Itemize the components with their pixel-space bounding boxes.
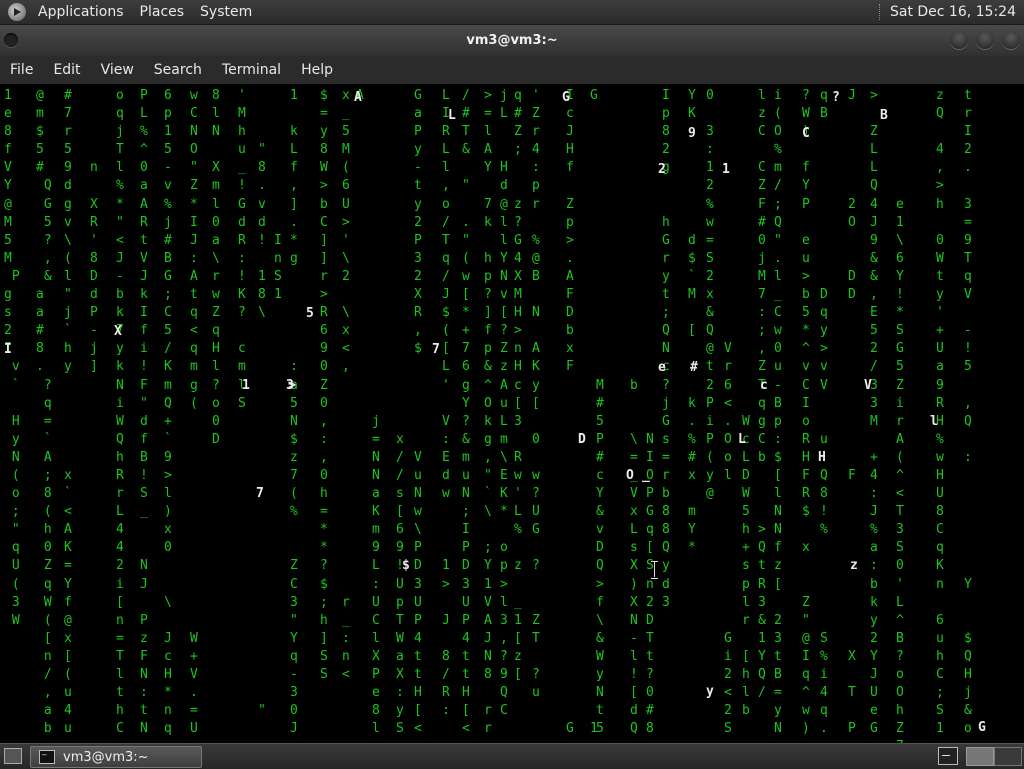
matrix-highlight-char: L bbox=[448, 108, 456, 123]
taskbar-task-label: vm3@vm3:~ bbox=[63, 749, 149, 765]
matrix-column: j = N N a K m 9 L : U C l X P e 8 l bbox=[372, 413, 380, 737]
matrix-column: b \ = _ V x L s X ) X N - l ! [ d Q bbox=[630, 377, 638, 737]
matrix-highlight-char: y bbox=[706, 684, 714, 699]
matrix-column: 8 l N X m l 0 a \ r w Z q H l ? o 0 D bbox=[212, 88, 220, 447]
matrix-column: V r 6 < . O o l G i 2 < 2 S bbox=[724, 341, 732, 737]
window-menu-icon[interactable] bbox=[4, 33, 18, 47]
matrix-highlight-char: > bbox=[288, 378, 296, 393]
matrix-highlight-char: $ bbox=[402, 558, 410, 573]
matrix-highlight-char: A bbox=[354, 90, 362, 105]
menu-edit[interactable]: Edit bbox=[43, 62, 90, 78]
matrix-highlight-char: ? bbox=[832, 90, 840, 105]
matrix-column: J 2 O D D F X T P bbox=[848, 88, 856, 737]
matrix-highlight-char: G bbox=[562, 90, 570, 105]
taskbar-terminal-button[interactable]: vm3@vm3:~ bbox=[30, 746, 202, 768]
places-menu[interactable]: Places bbox=[132, 4, 193, 20]
matrix-column: i ( O % m / ; Q " . l _ C w 0 u - B p : … bbox=[774, 88, 782, 737]
matrix-column: P L % ^ 0 a A R t V J k I f i ! F " d f … bbox=[140, 88, 148, 737]
terminal-output[interactable]: 1 e 8 f V Y @ M 5 M P g s 2 I v ` H y N … bbox=[0, 85, 1024, 754]
applications-menu[interactable]: Applications bbox=[30, 4, 132, 20]
matrix-column: G a P y - t y 2 P 3 2 X R , $ V u N w \ … bbox=[414, 88, 422, 737]
matrix-highlight-char: B bbox=[880, 108, 888, 123]
matrix-column: W c L D W 5 h + s p l r [ h l b bbox=[742, 413, 750, 719]
matrix-highlight-char: 1 bbox=[722, 162, 730, 177]
window-title-bar[interactable]: vm3@vm3:~ bbox=[0, 25, 1024, 56]
matrix-highlight-char: e bbox=[658, 360, 666, 375]
menu-terminal[interactable]: Terminal bbox=[212, 62, 291, 78]
matrix-column: $ = y 8 W > b C ] ] r > R 6 9 0 Z 0 , : … bbox=[320, 88, 328, 682]
top-panel: Applications Places System Sat Dec 16, 1… bbox=[0, 0, 1024, 25]
matrix-highlight-char: G bbox=[978, 720, 986, 735]
show-desktop-icon[interactable] bbox=[4, 748, 22, 764]
matrix-column: o q j T l % * " < J - b k 7 y k N i W Q … bbox=[116, 88, 124, 737]
maximize-icon[interactable] bbox=[976, 31, 994, 49]
matrix-column: M # 5 P # c Y & v D Q > f \ & W y N t 5 bbox=[596, 377, 604, 737]
matrix-column: n X R ' 8 D d P - j ] bbox=[90, 160, 98, 375]
matrix-highlight-char: 1 bbox=[242, 378, 250, 393]
matrix-column: t r I 2 . 3 = 9 T q V - ! 5 , Q : Y $ Q … bbox=[964, 88, 972, 737]
terminal-icon bbox=[39, 746, 55, 764]
matrix-column: # 7 r 5 9 d g v \ ( l " j ` h y x ` < A … bbox=[64, 88, 72, 737]
bottom-panel: vm3@vm3:~ bbox=[0, 743, 1024, 769]
matrix-column: e 1 \ 6 Y ! * S G 5 Z i r A ( ^ < T 3 S … bbox=[896, 196, 904, 755]
matrix-highlight-char: z bbox=[850, 558, 858, 573]
gnome-foot-icon[interactable] bbox=[8, 3, 26, 21]
matrix-column: 1 k L f , ] . * g : a 5 N $ z 7 ( % Z C … bbox=[290, 88, 298, 737]
panel-separator bbox=[878, 4, 882, 20]
matrix-highlight-char: I bbox=[4, 342, 12, 357]
matrix-column: ' Z r 4 : p r % @ B N A K y [ 0 w ? U G … bbox=[532, 88, 540, 701]
matrix-column: > Z L L Q 4 J 9 & & , E 5 2 / 3 3 M + 4 … bbox=[870, 88, 878, 737]
matrix-column: q # Z ; z ? G 4 X M H > n H c [ 3 R w ' … bbox=[514, 88, 522, 682]
matrix-column: w C N O " Z * I J : A t q < q m g ( W + … bbox=[190, 88, 198, 737]
matrix-highlight-char: 7 bbox=[432, 342, 440, 357]
matrix-highlight-char: 2 bbox=[658, 162, 666, 177]
matrix-highlight-char: V bbox=[864, 378, 872, 393]
menu-search[interactable]: Search bbox=[144, 62, 212, 78]
matrix-column: ' M h u _ ! G d R : ! K ? c m l S bbox=[238, 88, 246, 411]
matrix-column: L I R L l , o / T q / J $ ( [ L ' V : E … bbox=[442, 88, 450, 719]
matrix-column: I n S 1 bbox=[274, 232, 282, 303]
matrix-highlight-char: C bbox=[802, 126, 810, 141]
matrix-column: Y K d $ ` M [ k . % # x m Y * bbox=[688, 88, 696, 556]
matrix-highlight-char: L bbox=[738, 432, 746, 447]
window-title: vm3@vm3:~ bbox=[466, 33, 558, 48]
matrix-column: " 8 . v d ! 1 8 \ " bbox=[258, 142, 266, 719]
menu-file[interactable]: File bbox=[0, 62, 43, 78]
tray-terminal-icon[interactable] bbox=[938, 747, 958, 765]
matrix-highlight-char: 5 bbox=[306, 306, 314, 321]
matrix-highlight-char: O bbox=[626, 468, 634, 483]
matrix-column: x / / s [ 6 9 ! U p T W a X : y S bbox=[396, 431, 404, 737]
matrix-highlight-char: 9 bbox=[688, 126, 696, 141]
matrix-highlight-char: # bbox=[690, 360, 698, 375]
workspace-2[interactable] bbox=[994, 747, 1022, 766]
matrix-column: x _ 5 M ( 6 U > ' \ 2 \ x < , r _ : n < bbox=[342, 88, 350, 682]
matrix-column: > = l A Y 7 k h p ? ] f p & ^ O k g , " … bbox=[484, 88, 492, 737]
matrix-column: q B D q y > v V u Q 8 ! % S % i 4 q . bbox=[820, 88, 828, 737]
matrix-column: 6 p 1 5 - v % j # B G ; C 5 / K m Q + ` … bbox=[164, 88, 172, 737]
matrix-highlight-char: X bbox=[114, 324, 122, 339]
matrix-highlight-char: l bbox=[930, 414, 938, 429]
matrix-column: 0 3 : 1 2 % w = S 2 x & Q @ t 2 P i P ( … bbox=[706, 88, 714, 502]
menu-help[interactable]: Help bbox=[291, 62, 343, 78]
matrix-highlight-char: _ bbox=[642, 468, 650, 483]
matrix-highlight-char: D bbox=[578, 432, 586, 447]
matrix-highlight-char: 7 bbox=[256, 486, 264, 501]
matrix-column: I c J H f Z p > . A F D b x F G bbox=[566, 88, 574, 737]
matrix-column: @ m $ 5 # Q G 5 ? , & a a # 8 . ? q = ` … bbox=[36, 88, 52, 737]
close-icon[interactable] bbox=[1002, 31, 1020, 49]
terminal-menu-bar: File Edit View Search Terminal Help bbox=[0, 56, 1024, 84]
matrix-highlight-char: c bbox=[760, 378, 768, 393]
matrix-column: ? W ) f Y P e u > b 5 * ^ v C I o R H F … bbox=[802, 88, 810, 737]
workspace-1[interactable] bbox=[966, 747, 994, 766]
menu-view[interactable]: View bbox=[91, 62, 144, 78]
matrix-column: j L H d @ l l Y N v [ ? Z z A u L m \ E … bbox=[500, 88, 508, 719]
matrix-column: N I O P G q [ S n 2 D T t ? 0 # 8 bbox=[646, 431, 654, 737]
mouse-ibeam-cursor-icon bbox=[651, 561, 659, 579]
clock[interactable]: Sat Dec 16, 15:24 bbox=[890, 4, 1024, 20]
matrix-column: / # T & " . " ( w [ * + 7 6 g Y ? & m u … bbox=[462, 88, 470, 737]
minimize-icon[interactable] bbox=[950, 31, 968, 49]
matrix-highlight-char: H bbox=[818, 450, 826, 465]
system-menu[interactable]: System bbox=[192, 4, 260, 20]
